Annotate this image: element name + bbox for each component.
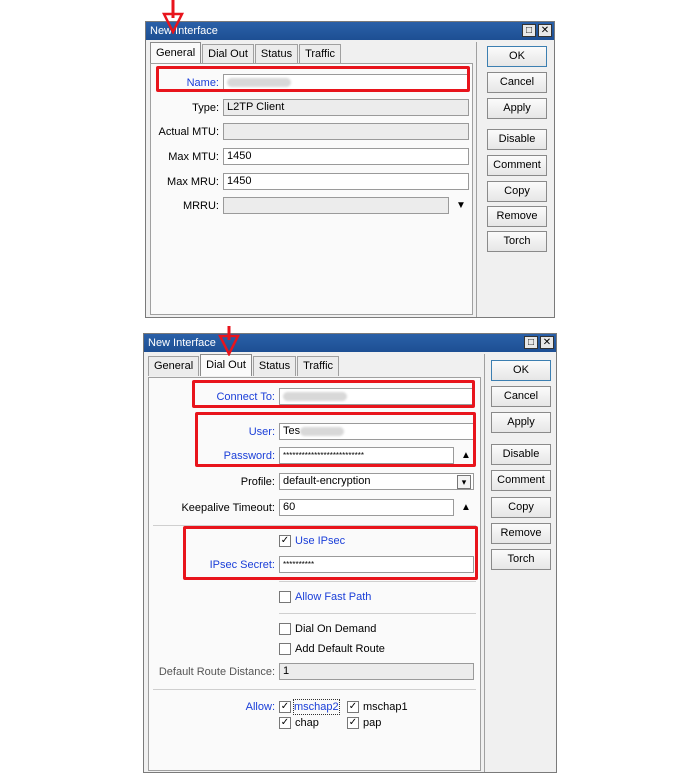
pap-label: pap xyxy=(363,717,382,729)
highlight-box-name xyxy=(156,66,470,92)
collapse-arrow-icon[interactable]: ▲ xyxy=(459,499,473,516)
divider xyxy=(279,613,476,614)
max-mru-input[interactable]: 1450 xyxy=(223,173,469,190)
chap-label: chap xyxy=(295,717,319,729)
copy-button[interactable]: Copy xyxy=(491,497,551,518)
mschap1-label: mschap1 xyxy=(363,701,408,713)
divider xyxy=(279,581,476,582)
mschap2-checkbox[interactable]: ✓ xyxy=(279,701,291,713)
keepalive-timeout-input[interactable]: 60 xyxy=(279,499,454,516)
dial-on-demand-checkbox[interactable] xyxy=(279,623,291,635)
highlight-box-connect-to xyxy=(192,380,475,408)
red-down-arrow-icon xyxy=(218,326,240,356)
comment-button[interactable]: Comment xyxy=(487,155,547,176)
keepalive-timeout-label: Keepalive Timeout: xyxy=(181,502,275,514)
close-icon[interactable]: ✕ xyxy=(538,24,552,37)
tab-traffic[interactable]: Traffic xyxy=(297,356,340,376)
tab-dial-out[interactable]: Dial Out xyxy=(200,354,252,376)
minimize-icon[interactable]: □ xyxy=(524,336,538,349)
dial-on-demand-label: Dial On Demand xyxy=(295,623,377,635)
disable-button[interactable]: Disable xyxy=(487,129,547,150)
torch-button[interactable]: Torch xyxy=(487,231,547,252)
general-panel: Name: Type: L2TP Client Actual MTU: Max … xyxy=(150,63,473,315)
button-column: OK Cancel Apply Disable Comment Copy Rem… xyxy=(484,354,556,772)
mschap1-checkbox[interactable]: ✓ xyxy=(347,701,359,713)
torch-button[interactable]: Torch xyxy=(491,549,551,570)
tab-traffic[interactable]: Traffic xyxy=(299,44,342,64)
tab-general[interactable]: General xyxy=(148,356,200,376)
comment-button[interactable]: Comment xyxy=(491,470,551,491)
profile-label: Profile: xyxy=(240,476,275,488)
allow-label: Allow: xyxy=(245,701,275,713)
apply-button[interactable]: Apply xyxy=(491,412,551,433)
tab-status[interactable]: Status xyxy=(254,44,299,64)
ok-button[interactable]: OK xyxy=(491,360,551,381)
button-column: OK Cancel Apply Disable Comment Copy Rem… xyxy=(476,42,554,317)
ok-button[interactable]: OK xyxy=(487,46,547,67)
cancel-button[interactable]: Cancel xyxy=(491,386,551,407)
mrru-field[interactable] xyxy=(223,197,449,214)
allow-fast-path-label: Allow Fast Path xyxy=(295,591,372,603)
minimize-icon[interactable]: □ xyxy=(522,24,536,37)
apply-button[interactable]: Apply xyxy=(487,98,547,119)
disable-button[interactable]: Disable xyxy=(491,444,551,465)
default-route-distance-label: Default Route Distance: xyxy=(158,666,275,678)
dropdown-arrow-icon[interactable]: ▼ xyxy=(454,197,468,214)
window-title: New Interface xyxy=(148,337,216,349)
copy-button[interactable]: Copy xyxy=(487,181,547,202)
remove-button[interactable]: Remove xyxy=(491,523,551,544)
tab-status[interactable]: Status xyxy=(252,356,297,376)
max-mru-label: Max MRU: xyxy=(167,176,219,188)
add-default-route-label: Add Default Route xyxy=(295,643,385,655)
tab-general[interactable]: General xyxy=(150,42,202,64)
remove-button[interactable]: Remove xyxy=(487,206,547,227)
divider xyxy=(153,689,476,690)
type-field: L2TP Client xyxy=(223,99,469,116)
add-default-route-checkbox[interactable] xyxy=(279,643,291,655)
window-titlebar[interactable]: New Interface □ ✕ xyxy=(144,334,556,352)
highlight-box-ipsec xyxy=(183,526,478,580)
default-route-distance-input: 1 xyxy=(279,663,474,680)
type-label: Type: xyxy=(192,102,219,114)
chap-checkbox[interactable]: ✓ xyxy=(279,717,291,729)
close-icon[interactable]: ✕ xyxy=(540,336,554,349)
red-down-arrow-icon xyxy=(162,0,184,34)
tab-dial-out[interactable]: Dial Out xyxy=(202,44,254,64)
max-mtu-label: Max MTU: xyxy=(168,151,219,163)
pap-checkbox[interactable]: ✓ xyxy=(347,717,359,729)
actual-mtu-label: Actual MTU: xyxy=(158,126,219,138)
actual-mtu-field xyxy=(223,123,469,140)
profile-select[interactable]: default-encryption xyxy=(279,473,474,490)
dropdown-arrow-icon[interactable]: ▾ xyxy=(457,475,471,489)
highlight-box-credentials xyxy=(195,412,476,467)
window-titlebar[interactable]: New Interface □ ✕ xyxy=(146,22,554,40)
mschap2-label: mschap2 xyxy=(293,699,340,715)
cancel-button[interactable]: Cancel xyxy=(487,72,547,93)
mrru-label: MRRU: xyxy=(182,200,219,212)
allow-fast-path-checkbox[interactable] xyxy=(279,591,291,603)
max-mtu-input[interactable]: 1450 xyxy=(223,148,469,165)
